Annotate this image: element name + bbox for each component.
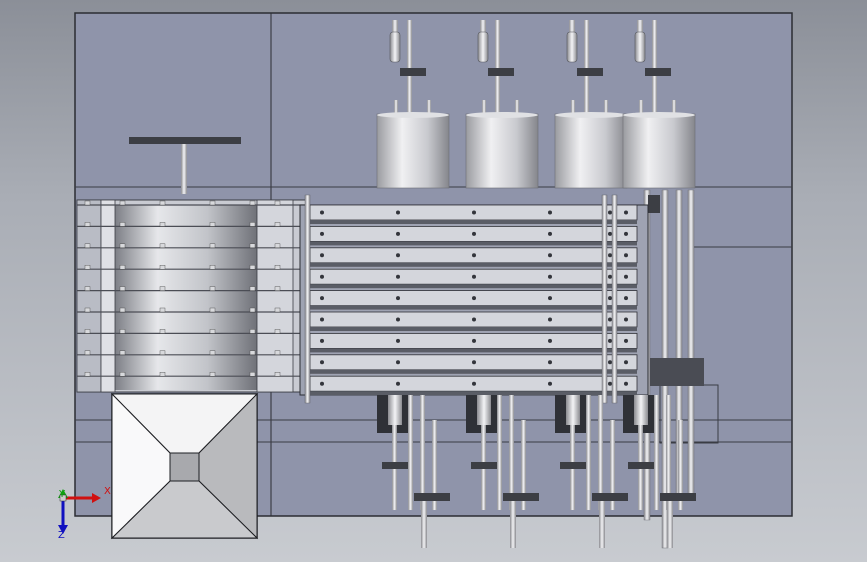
plate [309,290,638,310]
plate [309,204,638,224]
plate [309,311,638,331]
plate [309,354,638,374]
cad-viewport[interactable] [0,0,867,562]
axis-x-label: X [104,486,111,497]
axis-y-label: Y [59,489,66,500]
plate [309,268,638,289]
hopper [110,392,259,540]
plate-stack [299,194,649,404]
axis-z-label: Z [58,530,65,541]
left-drum-stack [76,199,308,393]
plate [309,247,638,267]
vertical-rod [687,189,695,501]
plate [309,375,638,396]
plate [309,225,638,246]
plate [309,332,638,353]
